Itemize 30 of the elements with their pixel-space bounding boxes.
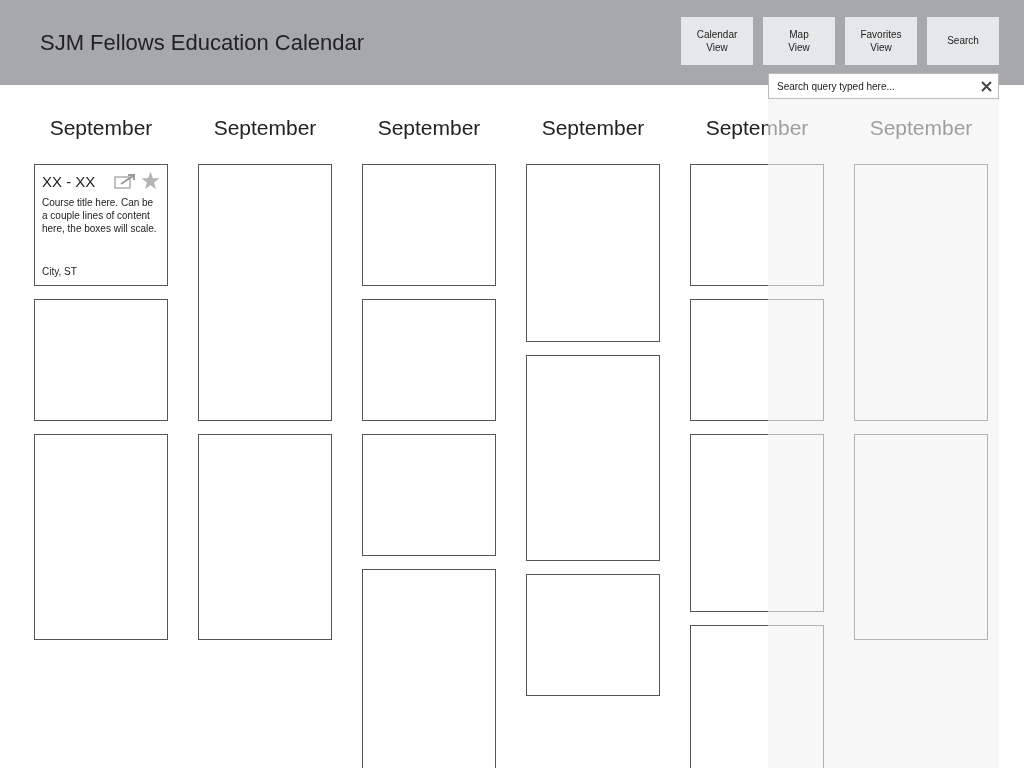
app-title: SJM Fellows Education Calendar bbox=[40, 29, 365, 57]
month-heading: September bbox=[212, 115, 318, 141]
course-card[interactable] bbox=[362, 434, 496, 556]
close-icon[interactable] bbox=[981, 80, 992, 92]
course-card[interactable] bbox=[198, 164, 332, 421]
nav-button[interactable]: Map View bbox=[763, 16, 835, 65]
month-heading: September bbox=[376, 115, 482, 141]
course-card[interactable] bbox=[362, 299, 496, 421]
course-title: Course title here. Can be a couple lines of content here, the boxes will scale. bbox=[42, 196, 158, 235]
month-heading: September bbox=[48, 115, 154, 141]
nav-button[interactable]: Search bbox=[927, 16, 999, 65]
course-card[interactable] bbox=[526, 164, 660, 342]
nav-button[interactable]: Favorites View bbox=[845, 16, 917, 65]
star-icon[interactable] bbox=[141, 171, 160, 190]
course-card[interactable] bbox=[526, 574, 660, 696]
month-heading: September bbox=[868, 115, 974, 141]
course-card[interactable] bbox=[198, 434, 332, 640]
course-dates: XX - XX bbox=[42, 172, 96, 192]
course-card[interactable] bbox=[34, 434, 168, 640]
month-heading: September bbox=[540, 115, 646, 141]
course-location: City, ST bbox=[42, 265, 78, 279]
course-card[interactable] bbox=[34, 299, 168, 421]
month-heading: September bbox=[704, 115, 810, 141]
course-card[interactable]: XX - XX Course title here. Can be a couple lines of content here, the boxes will scale. City, ST bbox=[34, 164, 168, 286]
external-link-icon[interactable] bbox=[114, 172, 136, 189]
nav-button[interactable]: Calendar View bbox=[681, 16, 753, 65]
search-field[interactable]: Search query typed here... bbox=[768, 73, 999, 99]
course-card[interactable] bbox=[362, 164, 496, 286]
course-card[interactable] bbox=[526, 355, 660, 561]
search-input[interactable]: Search query typed here... bbox=[777, 78, 981, 94]
